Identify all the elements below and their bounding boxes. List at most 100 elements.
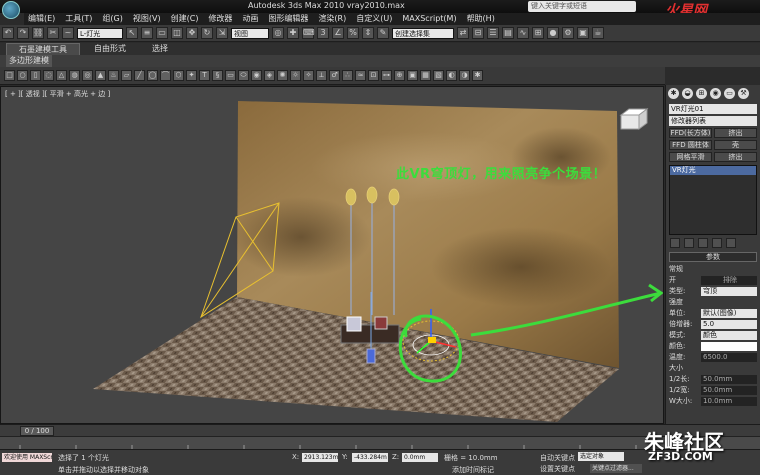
effects-icon[interactable]: ✱: [472, 70, 483, 81]
exclude-button[interactable]: 排除: [701, 275, 757, 285]
z-coord-field[interactable]: 0.0mm: [402, 453, 438, 462]
tape-icon[interactable]: ⊶: [381, 70, 392, 81]
temperature-spinner[interactable]: 6500.0: [701, 352, 757, 362]
multiplier-spinner[interactable]: 5.0: [701, 319, 757, 329]
configure-sets-icon[interactable]: [726, 238, 736, 248]
polygon-modeling-button[interactable]: 多边形建模: [6, 55, 52, 67]
create-tab-icon[interactable]: ✱: [668, 88, 679, 99]
undo-icon[interactable]: ↶: [2, 27, 14, 39]
scale-icon[interactable]: ⇲: [216, 27, 228, 39]
cylinder-icon[interactable]: ▯: [30, 70, 41, 81]
target-camera-icon[interactable]: ◈: [264, 70, 275, 81]
object-name-field[interactable]: VR灯光01: [669, 104, 757, 114]
torus-icon[interactable]: ◌: [43, 70, 54, 81]
sphere-icon[interactable]: ○: [17, 70, 28, 81]
unlink-icon[interactable]: ✂: [47, 27, 59, 39]
add-time-tag[interactable]: 添加时间标记: [452, 465, 494, 475]
x-coord-field[interactable]: 2913.123m: [302, 453, 338, 462]
named-selection-select[interactable]: 创建选择集: [392, 27, 454, 39]
menu-help[interactable]: 帮助(H): [467, 13, 495, 25]
pin-stack-icon[interactable]: [670, 238, 680, 248]
remove-modifier-icon[interactable]: [712, 238, 722, 248]
window-crossing-icon[interactable]: ◫: [171, 27, 183, 39]
redo-icon[interactable]: ↷: [17, 27, 29, 39]
rendered-frame-icon[interactable]: ▣: [577, 27, 589, 39]
stack-item-vraylight[interactable]: VR灯光: [670, 166, 756, 175]
percent-snap-icon[interactable]: %: [347, 27, 359, 39]
menu-customize[interactable]: 自定义(U): [356, 13, 392, 25]
tab-selection[interactable]: 选择: [140, 43, 180, 55]
shell-button[interactable]: 壳: [714, 140, 757, 150]
box-icon[interactable]: □: [4, 70, 15, 81]
type-select[interactable]: 穹顶: [701, 286, 757, 296]
rectangle-icon[interactable]: ▭: [225, 70, 236, 81]
render-icon[interactable]: ▣: [407, 70, 418, 81]
set-key-button[interactable]: 设置关键点: [540, 464, 575, 474]
text-icon[interactable]: T: [199, 70, 210, 81]
view-cube-icon[interactable]: [619, 108, 649, 130]
time-slider[interactable]: 0 / 100: [20, 426, 54, 436]
teapot-icon[interactable]: ♨: [108, 70, 119, 81]
manipulate-icon[interactable]: ✚: [287, 27, 299, 39]
menu-tools[interactable]: 工具(T): [65, 13, 92, 25]
render-setup-icon[interactable]: ⚙: [562, 27, 574, 39]
menu-create[interactable]: 创建(C): [171, 13, 199, 25]
edit-named-selection-icon[interactable]: ✎: [377, 27, 389, 39]
rect-select-icon[interactable]: ▭: [156, 27, 168, 39]
bind-space-warp-icon[interactable]: ~: [62, 27, 74, 39]
make-unique-icon[interactable]: [698, 238, 708, 248]
omni-light-icon[interactable]: ✺: [277, 70, 288, 81]
menu-views[interactable]: 视图(V): [133, 13, 161, 25]
spinner-snap-icon[interactable]: ⇕: [362, 27, 374, 39]
mirror-icon[interactable]: ⇄: [457, 27, 469, 39]
cone-icon[interactable]: △: [56, 70, 67, 81]
modify-tab-icon[interactable]: ◒: [682, 88, 693, 99]
w-size-spinner[interactable]: 10.0mm: [701, 396, 757, 406]
arc-icon[interactable]: ⌒: [160, 70, 171, 81]
viewport-label[interactable]: [ + ][ 透视 ][ 平滑 + 高光 + 边 ]: [5, 89, 110, 99]
frame-buffer-icon[interactable]: ▦: [420, 70, 431, 81]
dummy-icon[interactable]: ⊡: [368, 70, 379, 81]
tab-freeform[interactable]: 自由形式: [82, 43, 138, 55]
space-warp-icon[interactable]: ≈: [355, 70, 366, 81]
align-icon[interactable]: ⊟: [472, 27, 484, 39]
show-end-result-icon[interactable]: [684, 238, 694, 248]
app-logo-icon[interactable]: [2, 1, 20, 19]
menu-group[interactable]: 组(G): [102, 13, 122, 25]
y-coord-field[interactable]: -433.284m: [352, 453, 388, 462]
pivot-center-icon[interactable]: ◎: [272, 27, 284, 39]
extrude-button-2[interactable]: 挤出: [714, 152, 757, 162]
parameters-rollout[interactable]: 参数: [669, 252, 757, 262]
graphite-toggle-icon[interactable]: ▤: [502, 27, 514, 39]
select-by-name-icon[interactable]: ≡: [141, 27, 153, 39]
star-icon[interactable]: ✦: [186, 70, 197, 81]
half-length-spinner[interactable]: 50.0mm: [701, 374, 757, 384]
environment-icon[interactable]: ◑: [459, 70, 470, 81]
utilities-tab-icon[interactable]: ⚒: [738, 88, 749, 99]
schematic-view-icon[interactable]: ⊞: [532, 27, 544, 39]
selection-filter-select[interactable]: L-灯光: [77, 27, 123, 39]
on-checkbox[interactable]: 开: [669, 275, 701, 285]
display-tab-icon[interactable]: ▭: [724, 88, 735, 99]
image-icon[interactable]: ▧: [433, 70, 444, 81]
angle-snap-icon[interactable]: ∠: [332, 27, 344, 39]
modifier-stack[interactable]: VR灯光: [669, 165, 757, 235]
line-icon[interactable]: ╱: [134, 70, 145, 81]
keyboard-shortcut-icon[interactable]: ⌨: [302, 27, 315, 39]
link-icon[interactable]: ⛓: [32, 27, 44, 39]
menu-maxscript[interactable]: MAXScript(M): [402, 13, 456, 25]
reference-coord-select[interactable]: 视图: [231, 27, 269, 39]
render-production-icon[interactable]: ☕: [592, 27, 604, 39]
layer-manager-icon[interactable]: ☰: [487, 27, 499, 39]
color-swatch[interactable]: [701, 341, 757, 351]
geosphere-icon[interactable]: ◍: [69, 70, 80, 81]
tab-graphite-modeling[interactable]: 石墨建模工具: [6, 43, 80, 55]
menu-animation[interactable]: 动画: [242, 13, 258, 25]
curve-editor-icon[interactable]: ∿: [517, 27, 529, 39]
ellipse-icon[interactable]: ⬭: [238, 70, 249, 81]
motion-tab-icon[interactable]: ◉: [710, 88, 721, 99]
ngon-icon[interactable]: ⬡: [173, 70, 184, 81]
helix-icon[interactable]: §: [212, 70, 223, 81]
material-editor-icon[interactable]: ●: [547, 27, 559, 39]
help-search-input[interactable]: 键入关键字或短语: [528, 1, 636, 12]
